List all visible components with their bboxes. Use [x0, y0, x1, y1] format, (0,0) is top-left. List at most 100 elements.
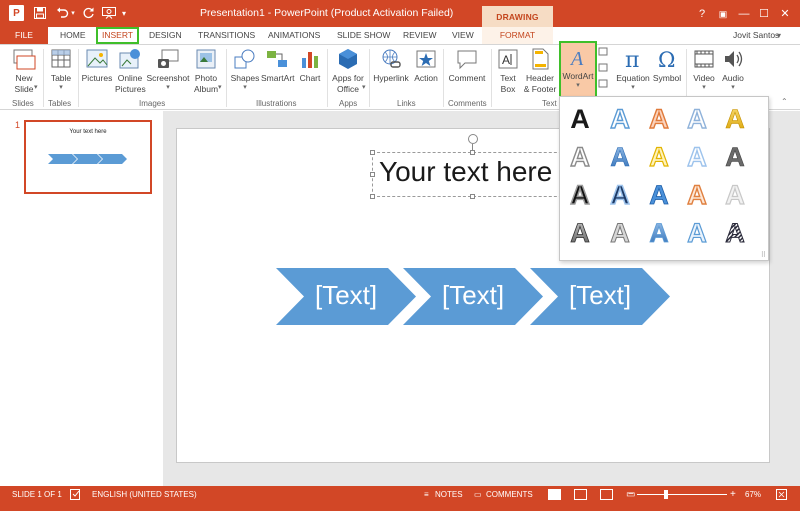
thumbnail-process-diagram — [48, 154, 127, 164]
svg-text:Ω: Ω — [658, 48, 675, 70]
wordart-style[interactable]: A — [687, 179, 708, 210]
resize-handle[interactable] — [470, 150, 475, 155]
tab-file[interactable]: FILE — [0, 27, 48, 44]
text-box-button[interactable]: A Text Box — [494, 48, 522, 95]
action-button[interactable]: Action — [412, 48, 440, 84]
new-slide-button[interactable]: New Slide ▾ — [8, 48, 40, 95]
resize-handle[interactable] — [470, 194, 475, 199]
text-small-icons[interactable] — [598, 46, 608, 94]
maximize-button[interactable]: ☐ — [756, 6, 772, 22]
wordart-style[interactable]: A — [725, 104, 745, 135]
wordart-style[interactable]: A — [570, 179, 591, 211]
wordart-style[interactable]: A — [687, 103, 708, 134]
symbol-button[interactable]: Ω Symbol — [652, 48, 682, 84]
reading-view-button[interactable] — [600, 489, 613, 500]
tab-home[interactable]: HOME — [60, 27, 86, 44]
wordart-style[interactable]: A — [725, 218, 746, 249]
save-icon[interactable] — [32, 4, 48, 22]
tab-insert[interactable]: INSERT — [96, 27, 139, 44]
slide-sorter-view-button[interactable] — [574, 489, 587, 500]
audio-button[interactable]: Audio ▾ — [719, 48, 747, 92]
slide-count-status[interactable]: SLIDE 1 OF 1 — [12, 486, 62, 503]
spelling-check-icon[interactable] — [70, 486, 81, 506]
notes-button[interactable]: NOTES — [435, 486, 463, 503]
rotation-handle[interactable] — [468, 134, 478, 144]
chart-icon — [302, 52, 318, 68]
fit-to-window-icon[interactable] — [776, 486, 787, 506]
zoom-slider-thumb[interactable] — [663, 490, 668, 499]
chevron-text-3[interactable]: [Text] — [569, 280, 631, 311]
undo-dropdown-icon[interactable]: ▾ — [69, 4, 77, 22]
photo-album-icon — [196, 49, 216, 69]
chevron-text-1[interactable]: [Text] — [315, 280, 377, 311]
online-pictures-button[interactable]: Online Pictures — [115, 48, 146, 95]
tab-design[interactable]: DESIGN — [149, 27, 182, 44]
wordart-style[interactable]: A — [610, 218, 631, 249]
wordart-style[interactable]: A — [610, 179, 631, 211]
table-button[interactable]: Table ▾ — [47, 48, 75, 92]
tab-view[interactable]: VIEW — [452, 27, 474, 44]
wordart-style[interactable]: A — [725, 142, 745, 173]
start-slideshow-icon[interactable] — [101, 4, 117, 22]
svg-text:A: A — [502, 53, 510, 67]
hyperlink-button[interactable]: Hyperlink — [372, 48, 410, 84]
close-button[interactable]: ✕ — [777, 6, 793, 22]
wordart-style[interactable]: A — [570, 141, 591, 172]
minimize-button[interactable]: — — [736, 6, 752, 22]
wordart-style[interactable]: A — [687, 141, 708, 172]
svg-text:A: A — [569, 48, 584, 68]
wordart-style[interactable]: A — [610, 142, 630, 173]
zoom-in-button[interactable]: + — [730, 486, 736, 503]
photo-album-button[interactable]: Photo Album ▾ — [190, 48, 222, 95]
resize-grip-icon[interactable]: ⠿ — [761, 251, 766, 259]
chevron-text-2[interactable]: [Text] — [442, 280, 504, 311]
slide-title-text[interactable]: Your text here — [379, 156, 552, 188]
tab-animations[interactable]: ANIMATIONS — [268, 27, 320, 44]
pictures-button[interactable]: Pictures — [81, 48, 113, 84]
header-footer-button[interactable]: Header & Footer — [522, 48, 558, 95]
chart-button[interactable]: Chart — [297, 48, 323, 84]
user-dropdown-icon[interactable]: ▾ — [777, 27, 781, 44]
wordart-button[interactable]: A WordArt ▾ — [559, 41, 597, 99]
group-label-images: Images — [139, 99, 166, 108]
zoom-level[interactable]: 67% — [745, 486, 761, 503]
apps-for-office-button[interactable]: Apps for Office ▾ — [330, 48, 366, 95]
slide-thumbnail[interactable]: Your text here — [24, 120, 152, 194]
wordart-style[interactable]: A — [725, 179, 746, 210]
shapes-button[interactable]: Shapes ▾ — [230, 48, 260, 92]
tab-review[interactable]: REVIEW — [403, 27, 437, 44]
wordart-style[interactable]: A — [649, 141, 670, 172]
video-button[interactable]: Video ▾ — [690, 48, 718, 92]
redo-icon[interactable] — [81, 4, 95, 22]
tab-format[interactable]: FORMAT — [482, 27, 553, 44]
screenshot-button[interactable]: Screenshot ▾ — [146, 48, 190, 92]
comments-button[interactable]: COMMENTS — [486, 486, 533, 503]
wordart-style[interactable]: A — [649, 218, 669, 249]
wordart-style[interactable]: A — [649, 103, 670, 134]
wordart-style[interactable]: A — [687, 217, 708, 248]
language-status[interactable]: ENGLISH (UNITED STATES) — [92, 486, 197, 503]
tab-slide-show[interactable]: SLIDE SHOW — [337, 27, 390, 44]
collapse-ribbon-icon[interactable]: ⌃ — [781, 97, 788, 106]
wordart-style[interactable]: A — [570, 104, 590, 134]
zoom-out-button[interactable]: − — [628, 486, 634, 503]
normal-view-button[interactable] — [548, 489, 561, 500]
comment-button[interactable]: Comment — [446, 48, 488, 84]
smartart-button[interactable]: SmartArt — [261, 48, 295, 84]
apps-for-office-icon — [339, 49, 357, 69]
resize-handle[interactable] — [370, 172, 375, 177]
ribbon-display-options-button[interactable]: ▣ — [715, 6, 731, 22]
title-bar: P ▾ ▾ Presentation1 - PowerPoint (Produc… — [0, 0, 800, 44]
customize-toolbar-icon[interactable]: ▾ — [119, 4, 129, 22]
resize-handle[interactable] — [370, 150, 375, 155]
undo-icon[interactable] — [54, 4, 70, 22]
user-account-name[interactable]: Jovit Santos — [733, 27, 779, 44]
wordart-style[interactable]: A — [649, 180, 669, 211]
resize-handle[interactable] — [370, 194, 375, 199]
wordart-style[interactable]: A — [570, 218, 590, 249]
help-button[interactable]: ? — [694, 6, 710, 22]
equation-button[interactable]: π Equation ▾ — [614, 48, 652, 92]
tab-transitions[interactable]: TRANSITIONS — [198, 27, 255, 44]
wordart-style[interactable]: A — [610, 103, 631, 134]
zoom-slider[interactable] — [637, 494, 727, 495]
